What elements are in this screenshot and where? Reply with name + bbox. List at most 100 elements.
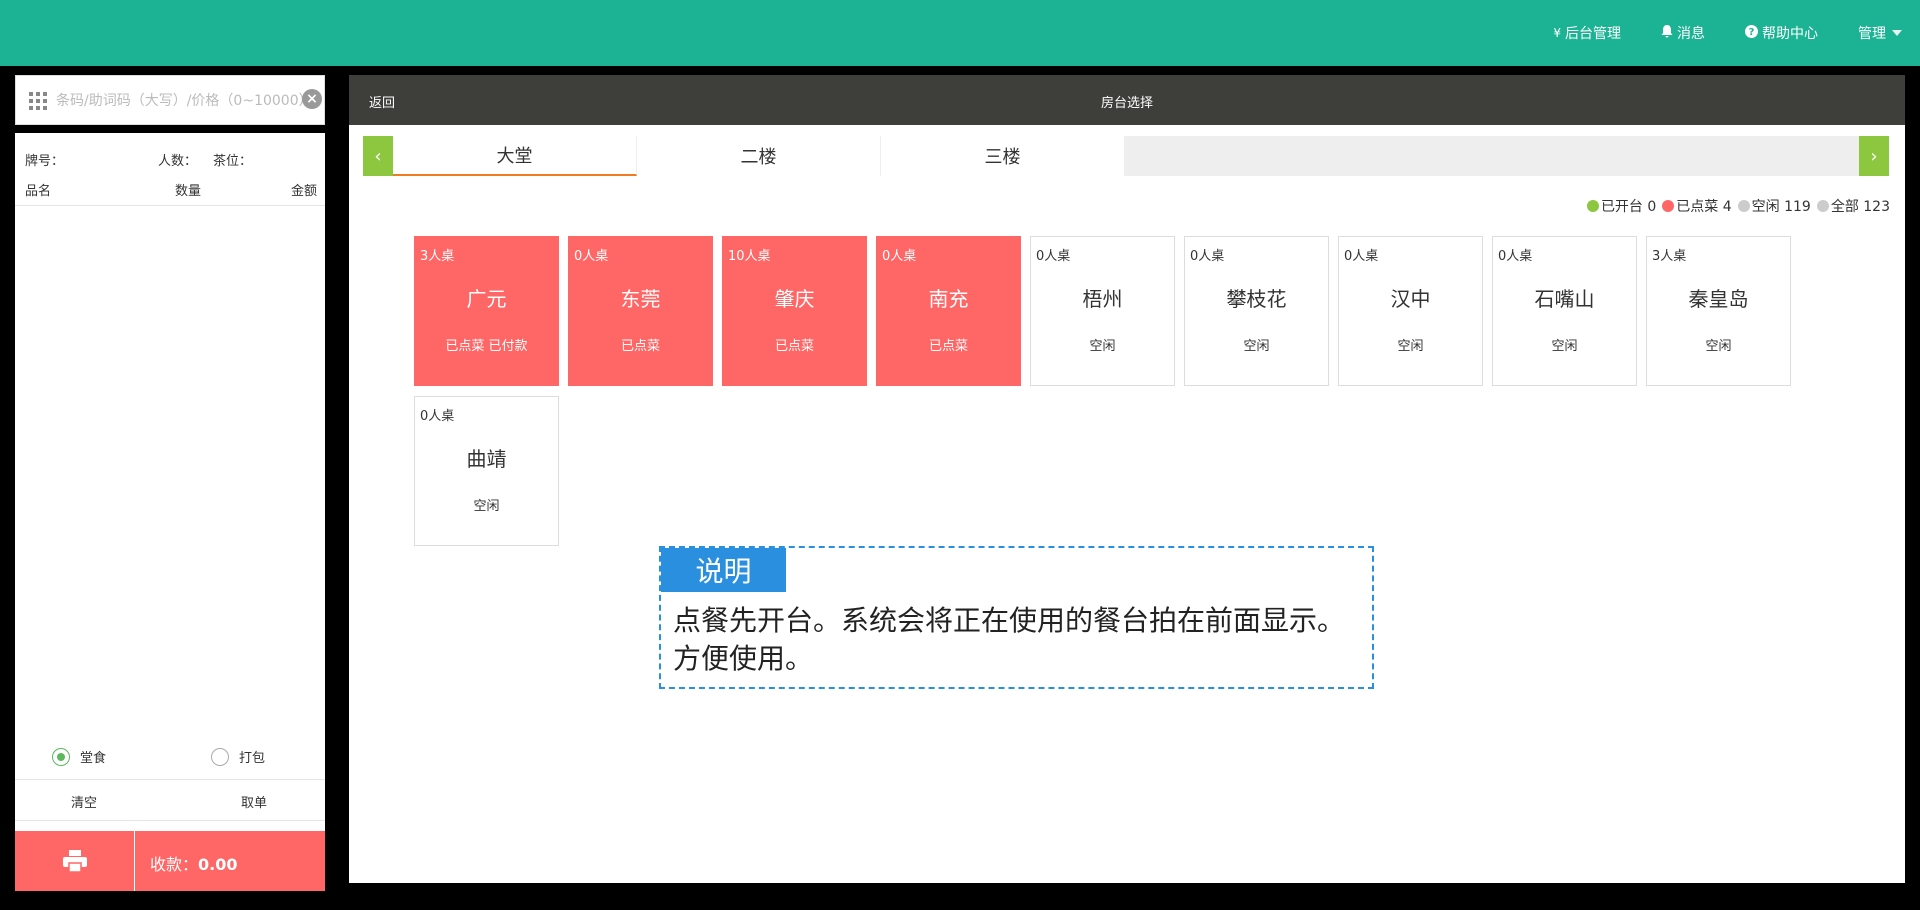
tabs-prev-button[interactable]: ‹ bbox=[363, 136, 393, 176]
legend-opened: 已开台 0 bbox=[1586, 196, 1657, 216]
table-name: 石嘴山 bbox=[1534, 287, 1595, 311]
grid-icon[interactable] bbox=[29, 92, 47, 110]
legend-dot bbox=[1662, 200, 1675, 212]
search-box: × bbox=[15, 75, 325, 125]
tab-label: 大堂 bbox=[496, 146, 533, 167]
top-nav: ¥ 后台管理 消息 ? 帮助中心 管理 bbox=[1513, 0, 1902, 66]
table-name: 梧州 bbox=[1082, 287, 1123, 311]
table-card[interactable]: 0人桌 曲靖 空闲 bbox=[414, 396, 559, 546]
table-status: 空闲 bbox=[1551, 339, 1578, 354]
table-status: 已点菜 bbox=[774, 339, 814, 354]
nav-admin[interactable]: ¥ 后台管理 bbox=[1553, 23, 1621, 43]
table-card[interactable]: 10人桌 肇庆 已点菜 bbox=[722, 236, 867, 386]
takeout-label: 打包 bbox=[239, 751, 266, 766]
nav-manage-label: 管理 bbox=[1858, 26, 1886, 42]
table-card[interactable]: 0人桌 攀枝花 空闲 bbox=[1184, 236, 1329, 386]
table-card[interactable]: 0人桌 石嘴山 空闲 bbox=[1492, 236, 1637, 386]
tab-floor-2[interactable]: 二楼 bbox=[637, 136, 881, 176]
table-capacity: 0人桌 bbox=[420, 409, 455, 424]
info-note: 说明 点餐先开台。系统会将正在使用的餐台拍在前面显示。方便使用。 bbox=[659, 546, 1374, 689]
table-capacity: 0人桌 bbox=[574, 249, 609, 264]
table-name: 秦皇岛 bbox=[1688, 287, 1749, 311]
dining-mode-group: 堂食 打包 bbox=[15, 739, 325, 779]
note-tag: 说明 bbox=[661, 548, 786, 592]
clear-button[interactable]: 清空 bbox=[71, 792, 97, 811]
table-card[interactable]: 3人桌 秦皇岛 空闲 bbox=[1646, 236, 1791, 386]
col-qty: 数量 bbox=[175, 184, 202, 199]
yen-icon: ¥ bbox=[1553, 26, 1561, 40]
table-capacity: 0人桌 bbox=[1036, 249, 1071, 264]
print-button[interactable] bbox=[15, 831, 135, 891]
tab-label: 三楼 bbox=[984, 147, 1021, 168]
nav-manage-dropdown[interactable]: 管理 bbox=[1858, 23, 1902, 43]
chevron-right-icon: › bbox=[1870, 145, 1878, 167]
table-name: 南充 bbox=[928, 287, 969, 311]
table-name: 东莞 bbox=[620, 287, 661, 311]
table-card[interactable]: 0人桌 汉中 空闲 bbox=[1338, 236, 1483, 386]
table-status: 空闲 bbox=[1705, 339, 1732, 354]
legend-label: 空闲 119 bbox=[1751, 199, 1811, 215]
legend-idle: 空闲 119 bbox=[1737, 196, 1811, 216]
dine-in-label: 堂食 bbox=[80, 751, 107, 766]
table-name: 肇庆 bbox=[774, 287, 815, 311]
table-capacity: 0人桌 bbox=[1498, 249, 1533, 264]
col-amount: 金额 bbox=[290, 184, 317, 199]
table-capacity: 10人桌 bbox=[728, 249, 771, 264]
top-bar: ¥ 后台管理 消息 ? 帮助中心 管理 bbox=[0, 0, 1920, 66]
legend-all: 全部 123 bbox=[1816, 196, 1890, 216]
order-panel: 牌号： 人数： 茶位： 品名 数量 金额 堂食 打包 清空 取单 收款：0.00 bbox=[15, 133, 325, 891]
table-capacity: 0人桌 bbox=[1344, 249, 1379, 264]
table-selection-panel: 返回 房台选择 ‹ 大堂 二楼 三楼 › 已开台 0 已点菜 4 空闲 119 … bbox=[349, 75, 1905, 883]
status-legend: 已开台 0 已点菜 4 空闲 119 全部 123 bbox=[1581, 196, 1890, 216]
order-sidebar: × 牌号： 人数： 茶位： 品名 数量 金额 堂食 打包 清空 取单 bbox=[15, 75, 325, 891]
table-status: 空闲 bbox=[1243, 339, 1270, 354]
table-status: 空闲 bbox=[1089, 339, 1116, 354]
note-text: 点餐先开台。系统会将正在使用的餐台拍在前面显示。方便使用。 bbox=[673, 604, 1346, 675]
tea-label: 茶位： bbox=[213, 154, 253, 169]
table-status: 空闲 bbox=[473, 499, 500, 514]
table-card[interactable]: 0人桌 南充 已点菜 bbox=[876, 236, 1021, 386]
question-circle-icon: ? bbox=[1745, 25, 1758, 41]
tab-lobby[interactable]: 大堂 bbox=[393, 136, 637, 176]
table-name: 攀枝花 bbox=[1226, 287, 1287, 311]
legend-label: 已点菜 4 bbox=[1676, 199, 1732, 215]
legend-dot bbox=[1816, 200, 1829, 212]
svg-text:?: ? bbox=[1749, 27, 1755, 38]
table-capacity: 0人桌 bbox=[882, 249, 917, 264]
people-label: 人数： bbox=[158, 154, 198, 169]
caret-down-icon bbox=[1892, 30, 1902, 36]
pickup-button[interactable]: 取单 bbox=[241, 792, 267, 811]
nav-messages[interactable]: 消息 bbox=[1661, 23, 1705, 43]
col-name: 品名 bbox=[25, 184, 52, 199]
pay-label-text: 收款： bbox=[150, 855, 199, 874]
takeout-radio[interactable] bbox=[211, 747, 229, 766]
nav-admin-label: 后台管理 bbox=[1565, 26, 1621, 42]
clear-search-icon[interactable]: × bbox=[302, 89, 322, 109]
tab-floor-3[interactable]: 三楼 bbox=[881, 136, 1125, 176]
table-card[interactable]: 0人桌 东莞 已点菜 bbox=[568, 236, 713, 386]
pay-summary[interactable]: 收款：0.00 bbox=[150, 851, 238, 875]
dine-in-radio[interactable] bbox=[52, 747, 70, 766]
print-icon bbox=[62, 850, 87, 872]
tab-label: 二楼 bbox=[740, 147, 777, 168]
table-capacity: 0人桌 bbox=[1190, 249, 1225, 264]
tabs-next-button[interactable]: › bbox=[1859, 136, 1889, 176]
table-name: 广元 bbox=[466, 287, 507, 311]
search-input[interactable] bbox=[56, 88, 306, 114]
table-name: 汉中 bbox=[1390, 287, 1431, 311]
pay-bar: 收款：0.00 bbox=[15, 831, 325, 891]
legend-dot bbox=[1737, 200, 1750, 212]
table-card[interactable]: 0人桌 梧州 空闲 bbox=[1030, 236, 1175, 386]
bell-icon bbox=[1661, 25, 1673, 41]
table-capacity: 3人桌 bbox=[420, 249, 455, 264]
dine-in-option[interactable]: 堂食 bbox=[52, 747, 106, 766]
nav-help[interactable]: ? 帮助中心 bbox=[1745, 23, 1818, 43]
legend-label: 已开台 0 bbox=[1600, 199, 1657, 215]
order-actions: 清空 取单 bbox=[15, 779, 325, 821]
table-status: 空闲 bbox=[1397, 339, 1424, 354]
legend-ordered: 已点菜 4 bbox=[1662, 196, 1732, 216]
table-card[interactable]: 3人桌 广元 已点菜 已付款 bbox=[414, 236, 559, 386]
takeout-option[interactable]: 打包 bbox=[211, 747, 265, 766]
nav-messages-label: 消息 bbox=[1677, 26, 1705, 42]
table-capacity: 3人桌 bbox=[1652, 249, 1687, 264]
